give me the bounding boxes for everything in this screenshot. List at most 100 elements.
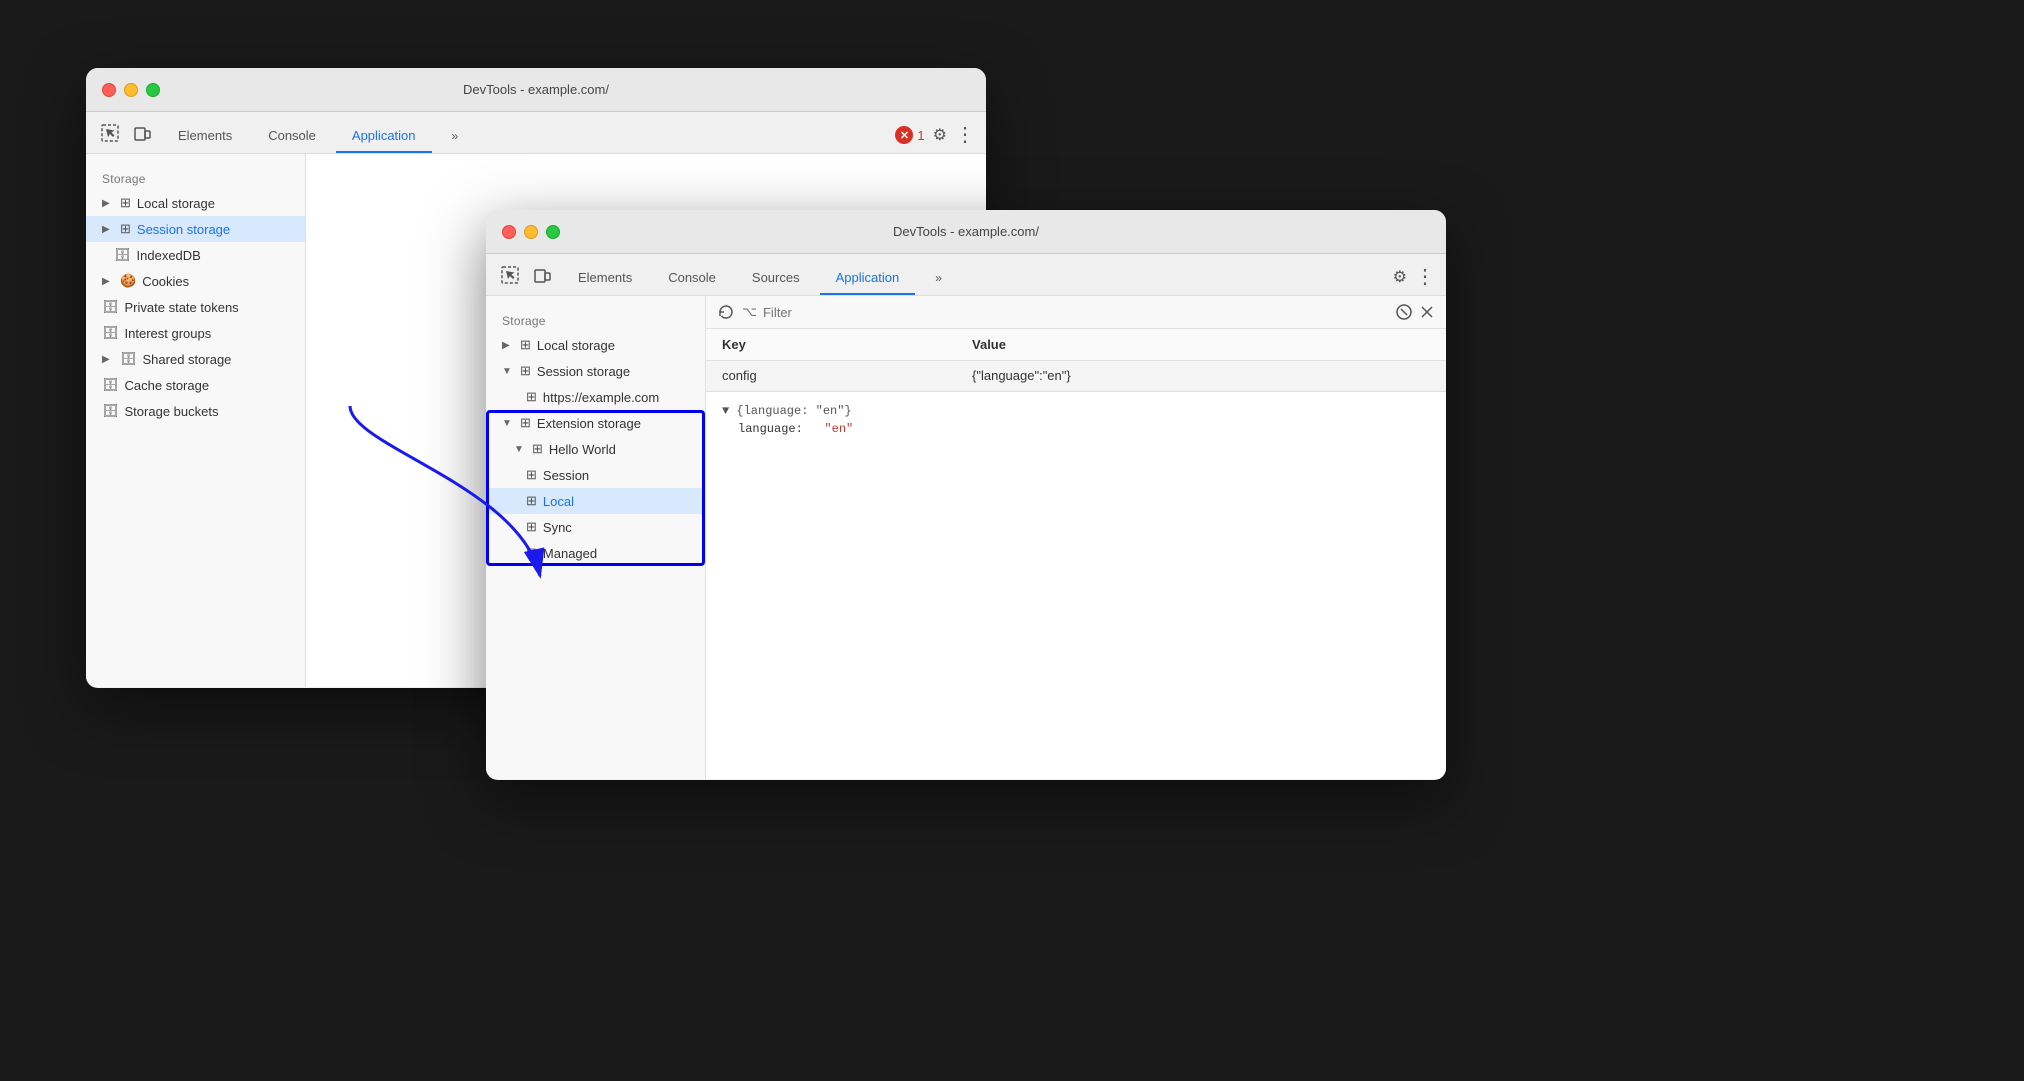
tabs-bar-front: Elements Console Sources Application » ⚙… [486,254,1446,296]
error-icon-back: ✕ [895,126,913,144]
grid-icon: ⊞ [120,221,131,237]
traffic-lights-back [102,83,160,97]
close-filter-button[interactable] [1420,305,1434,319]
main-content-front: Storage ⊞ Local storage ⊞ Session storag… [486,296,1446,779]
tab-elements-back[interactable]: Elements [162,120,248,153]
cookie-icon: 🍪 [120,273,136,289]
arrow-icon [502,366,514,377]
filter-input-wrap: ⌥ [742,304,1388,320]
db-icon: 🗄 [102,377,119,393]
tab-sources-front[interactable]: Sources [736,262,816,295]
sidebar-item-interest-groups-back[interactable]: 🗄 Interest groups [86,320,305,346]
cursor-icon[interactable] [98,121,122,145]
refresh-button[interactable] [718,304,734,320]
storage-section-label-front: Storage [486,308,705,332]
db-icon: 🗄 [114,247,131,263]
storage-section-label-back: Storage [86,166,305,190]
inspector-icons-back [98,121,154,153]
arrow-icon [502,418,514,429]
filter-actions [1396,304,1434,320]
tab-elements-front[interactable]: Elements [562,262,648,295]
cursor-icon-front[interactable] [498,263,522,287]
sidebar-item-sync-front[interactable]: ⊞ Sync [486,514,705,540]
sidebar-item-extension-storage-front[interactable]: ⊞ Extension storage [486,410,705,436]
inspector-icons-front [498,263,554,295]
sidebar-item-cache-storage-back[interactable]: 🗄 Cache storage [86,372,305,398]
key-value-table: Key Value config {"language":"en"} [706,329,1446,391]
sidebar-front: Storage ⊞ Local storage ⊞ Session storag… [486,296,706,779]
sidebar-item-session-front[interactable]: ⊞ Session [486,462,705,488]
grid-icon: ⊞ [526,389,537,405]
tabs-right-front: ⚙ ⋮ [1393,267,1434,295]
sidebar-item-local-storage-back[interactable]: ⊞ Local storage [86,190,305,216]
table-container: Key Value config {"language":"en"} [706,329,1446,779]
more-options-icon-back[interactable]: ⋮ [955,129,974,141]
value-cell: {"language":"en"} [956,361,1446,391]
sidebar-item-managed-front[interactable]: ⊞ Managed [486,540,705,566]
table-row[interactable]: config {"language":"en"} [706,361,1446,391]
db-icon: 🗄 [102,325,119,341]
arrow-icon [502,340,514,351]
sidebar-item-shared-storage-back[interactable]: 🗄 Shared storage [86,346,305,372]
json-preview: ▼ {language: "en"} language: "en" [706,391,1446,448]
more-options-icon-front[interactable]: ⋮ [1415,271,1434,283]
title-bar-back: DevTools - example.com/ [86,68,986,112]
tabs-bar-back: Elements Console Application » ✕ 1 ⚙ ⋮ [86,112,986,154]
sidebar-item-example-com-front[interactable]: ⊞ https://example.com [486,384,705,410]
grid-icon: ⊞ [526,493,537,509]
device-icon-front[interactable] [530,263,554,287]
db-icon: 🗄 [102,299,119,315]
settings-icon-back[interactable]: ⚙ [933,125,947,145]
col-value-header: Value [956,329,1446,361]
tab-console-back[interactable]: Console [252,120,332,153]
window-title-front: DevTools - example.com/ [893,224,1039,239]
tab-application-back[interactable]: Application [336,120,432,153]
grid-icon: ⊞ [526,545,537,561]
tab-application-front[interactable]: Application [820,262,916,295]
sidebar-item-indexeddb-back[interactable]: 🗄 IndexedDB [86,242,305,268]
grid-icon: ⊞ [526,519,537,535]
error-count-back: 1 [917,128,924,143]
more-tabs-front[interactable]: » [919,263,958,295]
sidebar-item-private-tokens-back[interactable]: 🗄 Private state tokens [86,294,305,320]
close-button-front[interactable] [502,225,516,239]
sidebar-item-session-storage-front[interactable]: ⊞ Session storage [486,358,705,384]
json-property: language: "en" [722,422,1430,436]
grid-icon: ⊞ [526,467,537,483]
settings-icon-front[interactable]: ⚙ [1393,267,1407,287]
error-badge-back: ✕ 1 [895,126,924,144]
right-panel-front: ⌥ Key Val [706,296,1446,779]
grid-icon: ⊞ [520,415,531,431]
filter-input[interactable] [763,305,1388,320]
db-icon: 🗄 [102,403,119,419]
sidebar-item-local-front[interactable]: ⊞ Local [486,488,705,514]
tab-console-front[interactable]: Console [652,262,732,295]
window-title-back: DevTools - example.com/ [463,82,609,97]
arrow-icon [102,224,114,235]
key-cell: config [706,361,956,391]
sidebar-item-local-storage-front[interactable]: ⊞ Local storage [486,332,705,358]
traffic-lights-front [502,225,560,239]
json-root-label: ▼ {language: "en"} [722,404,1430,418]
grid-icon: ⊞ [520,337,531,353]
device-icon[interactable] [130,121,154,145]
close-button-back[interactable] [102,83,116,97]
sidebar-item-hello-world-front[interactable]: ⊞ Hello World [486,436,705,462]
minimize-button-back[interactable] [124,83,138,97]
sidebar-item-storage-buckets-back[interactable]: 🗄 Storage buckets [86,398,305,424]
maximize-button-front[interactable] [546,225,560,239]
filter-bar: ⌥ [706,296,1446,329]
sidebar-item-cookies-back[interactable]: 🍪 Cookies [86,268,305,294]
db-icon: 🗄 [120,351,137,367]
minimize-button-front[interactable] [524,225,538,239]
title-bar-front: DevTools - example.com/ [486,210,1446,254]
arrow-icon [102,276,114,287]
maximize-button-back[interactable] [146,83,160,97]
sidebar-item-session-storage-back[interactable]: ⊞ Session storage [86,216,305,242]
extension-storage-group: ⊞ Extension storage ⊞ Hello World ⊞ Sess… [486,410,705,566]
clear-filter-icon[interactable] [1396,304,1412,320]
grid-icon: ⊞ [520,363,531,379]
more-tabs-back[interactable]: » [436,121,475,153]
devtools-window-front: DevTools - example.com/ Elements Console… [486,210,1446,780]
grid-icon: ⊞ [532,441,543,457]
